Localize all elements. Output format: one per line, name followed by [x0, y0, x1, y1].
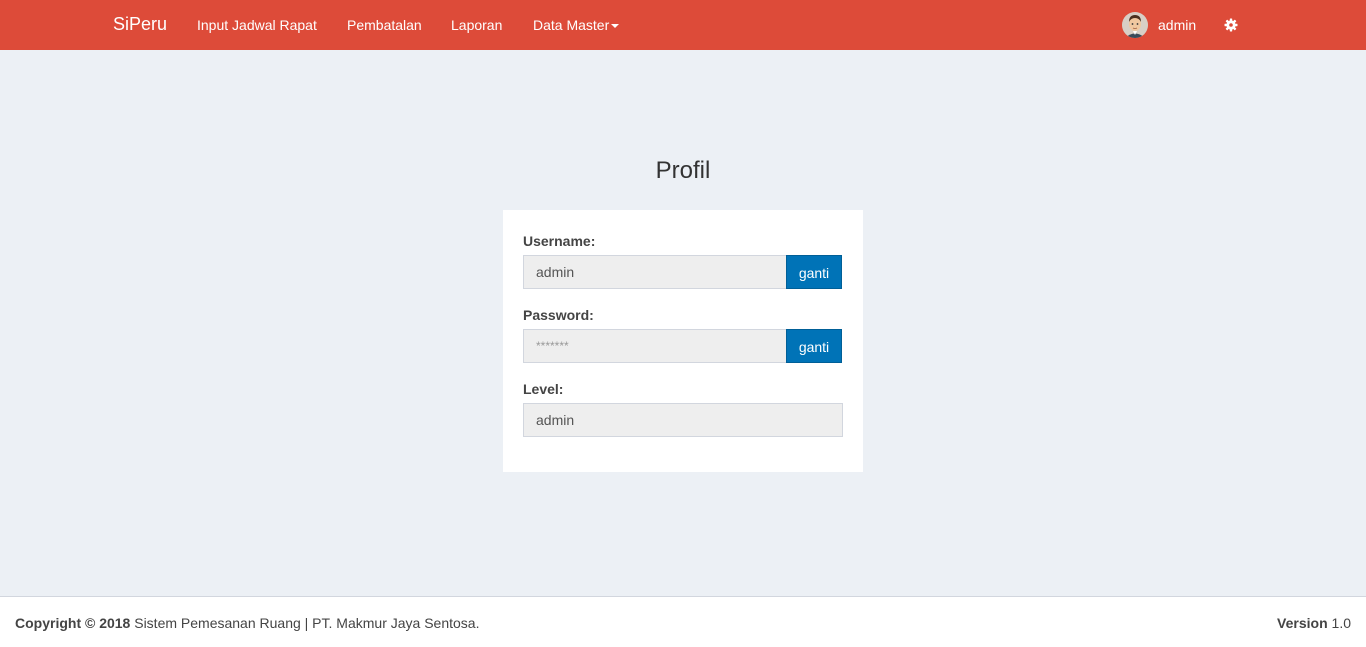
version-value: 1.0 [1327, 615, 1351, 631]
level-field: admin [523, 403, 843, 437]
page-title: Profil [655, 157, 711, 184]
top-navbar: SiPeru Input Jadwal Rapat Pembatalan Lap… [0, 0, 1366, 50]
copyright-text: Copyright © 2018 Sistem Pemesanan Ruang … [15, 615, 479, 631]
copyright-bold: Copyright © 2018 [15, 615, 131, 631]
username-label: Username: [523, 233, 596, 249]
password-label: Password: [523, 307, 594, 323]
nav-item-data-master[interactable]: Data Master [533, 17, 620, 33]
copyright-rest: Sistem Pemesanan Ruang | PT. Makmur Jaya… [130, 615, 480, 631]
footer: Copyright © 2018 Sistem Pemesanan Ruang … [0, 596, 1366, 647]
nav-item-laporan[interactable]: Laporan [451, 17, 502, 33]
caret-down-icon [611, 24, 620, 29]
version-label: Version [1277, 615, 1328, 631]
user-name: admin [1158, 17, 1197, 33]
user-avatar [1122, 12, 1148, 38]
profile-card: Username: admin ganti Password: ******* … [503, 210, 863, 472]
nav-item-data-master-label: Data Master [533, 17, 610, 33]
version-text: Version 1.0 [1277, 615, 1351, 631]
change-password-button[interactable]: ganti [786, 329, 842, 363]
level-label: Level: [523, 381, 564, 397]
change-username-button[interactable]: ganti [786, 255, 842, 289]
nav-item-pembatalan[interactable]: Pembatalan [347, 17, 422, 33]
brand-logo[interactable]: SiPeru [113, 14, 167, 35]
nav-item-input-jadwal-rapat[interactable]: Input Jadwal Rapat [197, 17, 317, 33]
password-field: ******* [523, 329, 787, 363]
gear-icon[interactable] [1224, 18, 1238, 32]
username-field: admin [523, 255, 787, 289]
